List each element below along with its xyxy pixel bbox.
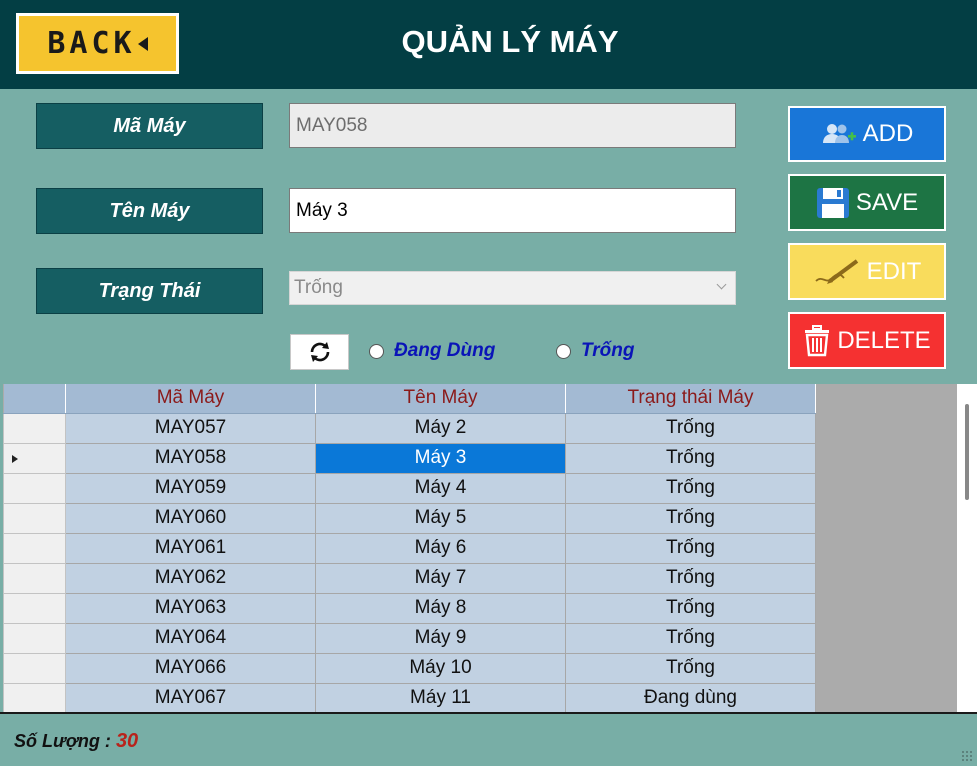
count-display: Số Lượng : 30 (14, 730, 138, 753)
cell-trang-thai[interactable]: Trống (565, 652, 816, 684)
radio-trong-label: Trống (581, 340, 635, 361)
table-row[interactable]: MAY064 Máy 9 Trống (3, 622, 816, 654)
cell-trang-thai[interactable]: Trống (565, 472, 816, 504)
cell-ten-may[interactable]: Máy 5 (315, 502, 566, 534)
vertical-scrollbar[interactable] (957, 384, 977, 712)
ten-may-input[interactable] (289, 188, 736, 233)
back-button-label: BACK (47, 26, 136, 61)
table-row[interactable]: MAY059 Máy 4 Trống (3, 472, 816, 504)
cell-ten-may[interactable]: Máy 8 (315, 592, 566, 624)
back-button[interactable]: BACK (16, 13, 179, 74)
trang-thai-label: Trạng Thái (36, 268, 263, 314)
users-add-icon (822, 124, 856, 143)
save-button[interactable]: SAVE (788, 174, 946, 231)
cell-ten-may[interactable]: Máy 6 (315, 532, 566, 564)
cell-ten-may[interactable]: Máy 4 (315, 472, 566, 504)
table-row[interactable]: MAY057 Máy 2 Trống (3, 412, 816, 444)
refresh-icon (310, 342, 329, 362)
cell-trang-thai[interactable]: Đang dùng (565, 682, 816, 712)
radio-dang-dung[interactable]: Đang Dùng (369, 340, 495, 362)
cell-ma-may[interactable]: MAY064 (65, 622, 316, 654)
add-button-label: ADD (862, 120, 914, 147)
radio-trong-dot[interactable] (556, 343, 571, 359)
radio-dang-dung-label: Đang Dùng (394, 340, 496, 361)
cell-ten-may[interactable]: Máy 9 (315, 622, 566, 654)
ma-may-input[interactable] (289, 103, 736, 148)
cell-trang-thai[interactable]: Trống (565, 412, 816, 444)
cell-ten-may[interactable]: Máy 10 (315, 652, 566, 684)
row-header[interactable] (3, 682, 66, 712)
cell-ma-may[interactable]: MAY060 (65, 502, 316, 534)
trash-can-icon (805, 324, 830, 356)
table-row[interactable]: MAY061 Máy 6 Trống (3, 532, 816, 564)
column-header-ma-may[interactable]: Mã Máy (65, 384, 316, 414)
page-title: QUẢN LÝ MÁY (401, 24, 619, 59)
resize-grip-icon[interactable] (961, 750, 973, 762)
cell-ma-may[interactable]: MAY061 (65, 532, 316, 564)
header-bar: BACK QUẢN LÝ MÁY (0, 0, 977, 89)
table-row[interactable]: MAY058 Máy 3 Trống (3, 442, 816, 474)
table-row[interactable]: MAY060 Máy 5 Trống (3, 502, 816, 534)
cell-trang-thai[interactable]: Trống (565, 442, 816, 474)
machine-data-grid[interactable]: Mã Máy Tên Máy Trạng thái Máy MAY057 Máy … (3, 384, 977, 712)
row-header[interactable] (3, 532, 66, 564)
row-header[interactable] (3, 412, 66, 444)
row-header[interactable] (3, 442, 66, 474)
ten-may-label: Tên Máy (36, 188, 263, 234)
cell-trang-thai[interactable]: Trống (565, 532, 816, 564)
delete-button[interactable]: DELETE (788, 312, 946, 369)
floppy-disk-icon (816, 187, 849, 218)
add-button[interactable]: ADD (788, 106, 946, 162)
delete-button-label: DELETE (837, 326, 931, 354)
cell-ma-may[interactable]: MAY062 (65, 562, 316, 594)
table-row[interactable]: MAY063 Máy 8 Trống (3, 592, 816, 624)
table-row[interactable]: MAY066 Máy 10 Trống (3, 652, 816, 684)
header-corner (3, 384, 66, 414)
cell-trang-thai[interactable]: Trống (565, 622, 816, 654)
back-arrow-icon (137, 36, 148, 51)
radio-dang-dung-dot[interactable] (369, 343, 384, 359)
cell-ma-may[interactable]: MAY059 (65, 472, 316, 504)
footer-divider (0, 712, 977, 714)
trang-thai-selected-value: Trống (294, 277, 343, 298)
cell-ma-may[interactable]: MAY067 (65, 682, 316, 712)
row-header[interactable] (3, 622, 66, 654)
save-button-label: SAVE (855, 188, 919, 216)
edit-button[interactable]: EDIT (788, 243, 946, 300)
row-header[interactable] (3, 502, 66, 534)
current-row-arrow-icon (12, 454, 18, 463)
table-header-row: Mã Máy Tên Máy Trạng thái Máy (3, 384, 816, 414)
chevron-down-icon (716, 279, 727, 290)
scrollbar-thumb[interactable] (965, 404, 969, 500)
pencil-sign-icon (815, 258, 858, 284)
cell-ma-may[interactable]: MAY063 (65, 592, 316, 624)
row-header[interactable] (3, 592, 66, 624)
cell-ten-may[interactable]: Máy 2 (315, 412, 566, 444)
table-row[interactable]: MAY062 Máy 7 Trống (3, 562, 816, 594)
table-row[interactable]: MAY067 Máy 11 Đang dùng (3, 682, 816, 712)
count-label: Số Lượng : (14, 731, 111, 751)
column-header-ten-may[interactable]: Tên Máy (315, 384, 566, 414)
cell-ten-may[interactable]: Máy 3 (315, 442, 566, 474)
cell-ma-may[interactable]: MAY066 (65, 652, 316, 684)
edit-button-label: EDIT (866, 257, 922, 285)
cell-ten-may[interactable]: Máy 11 (315, 682, 566, 712)
column-header-trang-thai[interactable]: Trạng thái Máy (565, 384, 816, 414)
count-value: 30 (115, 730, 139, 752)
cell-trang-thai[interactable]: Trống (565, 502, 816, 534)
refresh-button[interactable] (290, 334, 349, 370)
row-header[interactable] (3, 562, 66, 594)
trang-thai-select[interactable]: Trống (289, 271, 736, 305)
row-header[interactable] (3, 472, 66, 504)
cell-ma-may[interactable]: MAY058 (65, 442, 316, 474)
radio-trong[interactable]: Trống (556, 340, 634, 362)
cell-ten-may[interactable]: Máy 7 (315, 562, 566, 594)
ma-may-label: Mã Máy (36, 103, 263, 149)
row-header[interactable] (3, 652, 66, 684)
machine-table: Mã Máy Tên Máy Trạng thái Máy MAY057 Máy … (3, 384, 816, 712)
cell-trang-thai[interactable]: Trống (565, 592, 816, 624)
cell-trang-thai[interactable]: Trống (565, 562, 816, 594)
cell-ma-may[interactable]: MAY057 (65, 412, 316, 444)
